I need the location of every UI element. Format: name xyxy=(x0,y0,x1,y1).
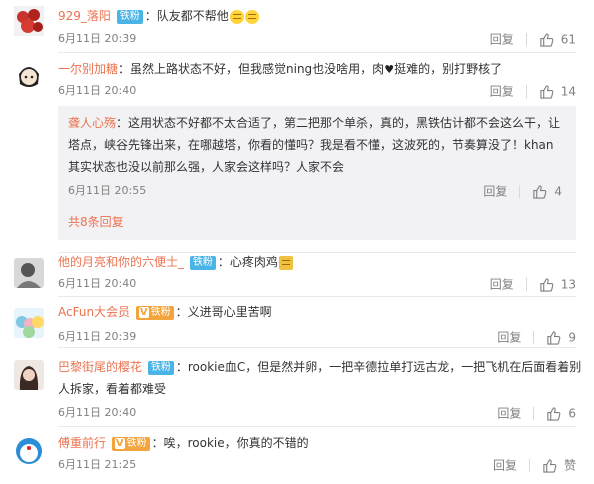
comment-time: 6月11日 21:25 xyxy=(58,458,137,471)
avatar[interactable] xyxy=(14,360,44,390)
like-icon[interactable] xyxy=(542,458,558,474)
comment-item: 929_落阳 铁粉 ：队友都不帮他 6月11日 20:39 回复 61 xyxy=(0,0,594,56)
like-count[interactable]: 9 xyxy=(568,331,576,345)
vip-fan-badge[interactable]: V 铁粉 xyxy=(111,436,150,451)
comment-time: 6月11日 20:39 xyxy=(58,32,137,45)
reply-button[interactable]: 回复 xyxy=(483,185,507,199)
divider xyxy=(525,33,527,46)
comment-text-tail: 挺难的，别打野核了 xyxy=(394,62,503,76)
divider xyxy=(525,278,527,291)
reply-button[interactable]: 回复 xyxy=(497,407,521,421)
like-count[interactable]: 13 xyxy=(561,278,576,292)
comment-item: 巴黎街尾的樱花 铁粉 ：rookie血C，但是然并卵，一把辛德拉单打远古龙，一把飞… xyxy=(0,349,594,431)
fan-badge[interactable]: 铁粉 xyxy=(189,255,216,270)
avatar[interactable] xyxy=(14,6,44,36)
avatar[interactable] xyxy=(14,436,44,466)
avatar[interactable] xyxy=(14,60,44,90)
laugh-cry-emoji-icon xyxy=(229,9,244,24)
comment-text-line2: 人拆家，看着都难受 xyxy=(58,382,167,396)
anime-group-avatar-image xyxy=(14,308,44,338)
comment-author[interactable]: 傅重前行 xyxy=(58,436,106,450)
avatar[interactable] xyxy=(14,308,44,338)
comment-item: AcFun大会员 V 铁粉 ：义进哥心里苦啊 6月11日 20:39 回复 9 xyxy=(0,299,594,345)
bw-photo-avatar-image xyxy=(14,258,44,288)
comment-time: 6月11日 20:40 xyxy=(58,84,137,97)
reply-button[interactable]: 回复 xyxy=(497,331,521,345)
vip-fan-badge[interactable]: V 铁粉 xyxy=(135,305,174,320)
divider xyxy=(533,331,535,344)
comment-text: ：心疼肉鸡 xyxy=(217,255,278,269)
reply-thread: 聋人心殇：这用状态不好都不太合适了，第二把那个单杀，真的，黑铁估计都不会这么干，… xyxy=(58,106,576,240)
fan-badge-label: 铁粉 xyxy=(150,306,171,318)
like-count[interactable]: 61 xyxy=(561,33,576,47)
reply-time: 6月11日 20:55 xyxy=(68,184,147,197)
heart-icon: ♥ xyxy=(384,63,395,76)
comment-time: 6月11日 20:39 xyxy=(58,330,137,343)
like-icon[interactable] xyxy=(539,84,555,100)
like-icon[interactable] xyxy=(546,330,562,346)
like-count[interactable]: 6 xyxy=(568,407,576,421)
comment-author[interactable]: AcFun大会员 xyxy=(58,305,130,319)
reply-button[interactable]: 回复 xyxy=(490,33,514,47)
comment-text: ：rookie血C，但是然并卵，一把辛德拉单打远古龙，一把飞机在后面看着别 xyxy=(175,360,582,374)
reply-author[interactable]: 聋人心殇 xyxy=(68,116,116,130)
strawberries-avatar-image xyxy=(14,6,44,36)
comment-author[interactable]: 他的月亮和你的六便士_ xyxy=(58,255,184,269)
fan-badge[interactable]: 铁粉 xyxy=(116,9,143,24)
divider xyxy=(58,426,576,427)
divider xyxy=(528,459,530,472)
comment-item: 他的月亮和你的六便士_ 铁粉 ：心疼肉鸡 6月11日 20:40 回复 13 xyxy=(0,252,594,298)
like-icon[interactable] xyxy=(539,277,555,293)
avatar[interactable] xyxy=(14,258,44,288)
more-replies-link[interactable]: 共8条回复 xyxy=(68,212,124,232)
comment-text: ：队友都不帮他 xyxy=(144,9,229,23)
divider xyxy=(58,296,576,297)
fan-badge[interactable]: 铁粉 xyxy=(147,360,174,375)
fan-badge-label: 铁粉 xyxy=(126,437,147,449)
candle-emoji-icon xyxy=(278,255,293,270)
comment-author[interactable]: 929_落阳 xyxy=(58,9,111,23)
comment-text: ：虽然上路状态不好，但我感觉ning也没啥用，肉 xyxy=(118,62,385,76)
comment-author[interactable]: 一尔别加糖 xyxy=(58,62,118,76)
like-icon[interactable] xyxy=(532,184,548,200)
reply-text: ：这用状态不好都不太合适了，第二把那个单杀，真的，黑铁估计都不会这么干，让塔点，… xyxy=(68,116,561,174)
vip-icon: V xyxy=(114,437,125,449)
laugh-cry-emoji-icon xyxy=(244,9,259,24)
divider xyxy=(533,407,535,420)
reply-button[interactable]: 回复 xyxy=(490,85,514,99)
like-count[interactable]: 4 xyxy=(554,185,562,199)
like-count[interactable]: 14 xyxy=(561,85,576,99)
doraemon-avatar-image xyxy=(14,436,44,466)
comment-text: ：唉，rookie，你真的不错的 xyxy=(151,436,309,450)
cartoon-avatar-image xyxy=(14,60,44,90)
divider xyxy=(519,185,521,198)
comment-item: 傅重前行 V 铁粉 ：唉，rookie，你真的不错的 6月11日 21:25 回复赞 xyxy=(0,428,594,484)
girl-photo-avatar-image xyxy=(14,360,44,390)
vip-icon: V xyxy=(138,306,149,318)
like-count[interactable]: 赞 xyxy=(564,459,576,473)
divider xyxy=(58,347,576,348)
like-icon[interactable] xyxy=(539,32,555,48)
reply-button[interactable]: 回复 xyxy=(493,459,517,473)
divider xyxy=(525,85,527,98)
comment-author[interactable]: 巴黎街尾的樱花 xyxy=(58,360,142,374)
comment-time: 6月11日 20:40 xyxy=(58,406,137,419)
comment-text: ：义进哥心里苦啊 xyxy=(175,305,272,319)
reply-button[interactable]: 回复 xyxy=(490,278,514,292)
like-icon[interactable] xyxy=(546,406,562,422)
comment-time: 6月11日 20:40 xyxy=(58,277,137,290)
